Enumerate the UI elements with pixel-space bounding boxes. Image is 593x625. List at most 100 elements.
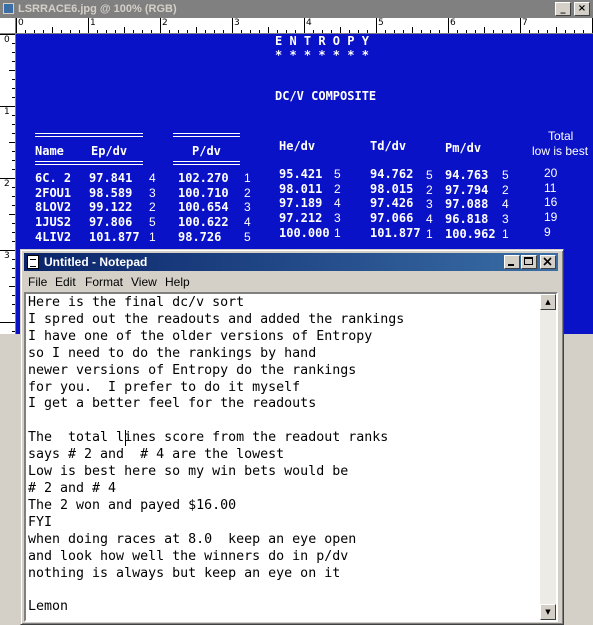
ruler-tick — [16, 18, 17, 33]
menu-help[interactable]: Help — [165, 275, 190, 289]
ruler-tick — [538, 30, 539, 33]
ruler-number: 4 — [306, 18, 312, 28]
cell-he-rank: 2 — [334, 182, 341, 196]
notepad-minimize-button[interactable] — [504, 255, 520, 269]
ruler-tick — [502, 30, 503, 33]
menu-file[interactable]: File — [28, 275, 47, 289]
notepad-icon — [27, 255, 39, 269]
minimize-icon — [508, 264, 514, 266]
cell-p: 102.270 — [178, 171, 229, 185]
ruler-number: 3 — [234, 18, 240, 28]
close-icon — [543, 257, 552, 266]
ruler-tick — [12, 88, 15, 89]
ruler-tick — [12, 97, 15, 98]
cell-ep-rank: 3 — [149, 186, 156, 200]
ruler-number: 6 — [450, 18, 456, 28]
ruler-tick — [556, 27, 557, 33]
ruler-tick — [12, 196, 15, 197]
cell-he: 97.189 — [279, 196, 323, 210]
cell-td-rank: 3 — [426, 197, 433, 211]
ruler-tick — [331, 30, 332, 33]
notepad-titlebar[interactable]: Untitled - Notepad — [24, 253, 558, 271]
ruler-number: 1 — [4, 107, 10, 117]
cell-he-rank: 1 — [334, 226, 341, 240]
ruler-tick — [421, 30, 422, 33]
ruler-tick — [12, 187, 15, 188]
image-window-titlebar[interactable]: LSRRACE6.jpg @ 100% (RGB) _ × — [0, 0, 593, 18]
notepad-close-button[interactable] — [540, 255, 556, 269]
ruler-tick — [12, 268, 15, 269]
ruler-tick — [12, 232, 15, 233]
ruler-left[interactable]: 0 1 2 3 — [0, 34, 16, 334]
cell-td: 101.877 — [370, 226, 421, 240]
header-name: Name — [35, 144, 64, 158]
cell-name: 6C. 2 — [35, 171, 72, 185]
scroll-down-button[interactable]: ▼ — [540, 604, 556, 620]
cell-p-rank: 3 — [244, 200, 251, 214]
notepad-vertical-scrollbar[interactable]: ▲ ▼ — [540, 294, 556, 620]
ruler-tick — [448, 18, 449, 33]
cell-p: 100.622 — [178, 215, 229, 229]
ruler-tick — [376, 18, 377, 33]
ruler-tick — [52, 27, 53, 33]
ruler-tick — [178, 30, 179, 33]
notepad-text-area[interactable]: Here is the final dc/v sort I spred out … — [24, 292, 558, 622]
text-caret — [125, 430, 126, 446]
cell-ep-rank: 4 — [149, 171, 156, 185]
header-he: He/dv — [279, 139, 316, 153]
menu-edit[interactable]: Edit — [55, 275, 76, 289]
ruler-tick — [12, 61, 15, 62]
scroll-up-button[interactable]: ▲ — [540, 294, 556, 310]
cell-ep: 99.122 — [89, 200, 133, 214]
cell-name: 4LIV2 — [35, 230, 72, 244]
cell-pm: 96.818 — [445, 212, 489, 226]
cell-pm: 100.962 — [445, 227, 496, 241]
ruler-top[interactable]: 0 1 2 3 4 5 6 7 — [16, 18, 593, 34]
ruler-tick — [9, 286, 15, 287]
ruler-tick — [0, 322, 15, 323]
cell-pm-rank: 1 — [502, 227, 509, 241]
ruler-corner[interactable] — [0, 18, 16, 34]
ruler-tick — [142, 30, 143, 33]
close-button[interactable]: × — [574, 2, 590, 16]
notepad-maximize-button[interactable] — [521, 255, 537, 269]
cell-td: 97.426 — [370, 196, 414, 210]
cell-pm-rank: 5 — [502, 168, 509, 182]
cell-ep: 97.841 — [89, 171, 133, 185]
cell-p: 98.726 — [178, 230, 222, 244]
notepad-text[interactable]: Here is the final dc/v sort I spred out … — [28, 295, 404, 616]
ruler-tick — [520, 18, 521, 33]
photoshop-app-icon — [3, 3, 14, 14]
cell-he: 97.212 — [279, 211, 323, 225]
ruler-tick — [439, 30, 440, 33]
ruler-tick — [133, 30, 134, 33]
menu-format[interactable]: Format — [85, 275, 123, 289]
ruler-tick — [268, 27, 269, 33]
ruler-tick — [169, 30, 170, 33]
minimize-button[interactable]: _ — [555, 2, 571, 16]
screen-title: E N T R O P Y — [275, 34, 369, 48]
menu-view[interactable]: View — [131, 275, 157, 289]
cell-he-rank: 3 — [334, 211, 341, 225]
cell-he: 98.011 — [279, 182, 323, 196]
ruler-tick — [493, 30, 494, 33]
cell-ep-rank: 5 — [149, 215, 156, 229]
ruler-tick — [12, 304, 15, 305]
ruler-tick — [12, 52, 15, 53]
cell-name: 2FOU1 — [35, 186, 72, 200]
header-p: P/dv — [192, 144, 221, 158]
ruler-tick — [412, 27, 413, 33]
ruler-tick — [259, 30, 260, 33]
cell-pm-rank: 4 — [502, 197, 509, 211]
cell-pm-rank: 3 — [502, 212, 509, 226]
ruler-tick — [250, 30, 251, 33]
ruler-tick — [340, 27, 341, 33]
cell-td-rank: 2 — [426, 183, 433, 197]
ruler-number: 5 — [378, 18, 384, 28]
cell-name: 1JUS2 — [35, 215, 72, 229]
ruler-tick — [12, 277, 15, 278]
cell-td-rank: 5 — [426, 168, 433, 182]
cell-he-rank: 4 — [334, 196, 341, 210]
ruler-tick — [295, 30, 296, 33]
ruler-tick — [43, 30, 44, 33]
